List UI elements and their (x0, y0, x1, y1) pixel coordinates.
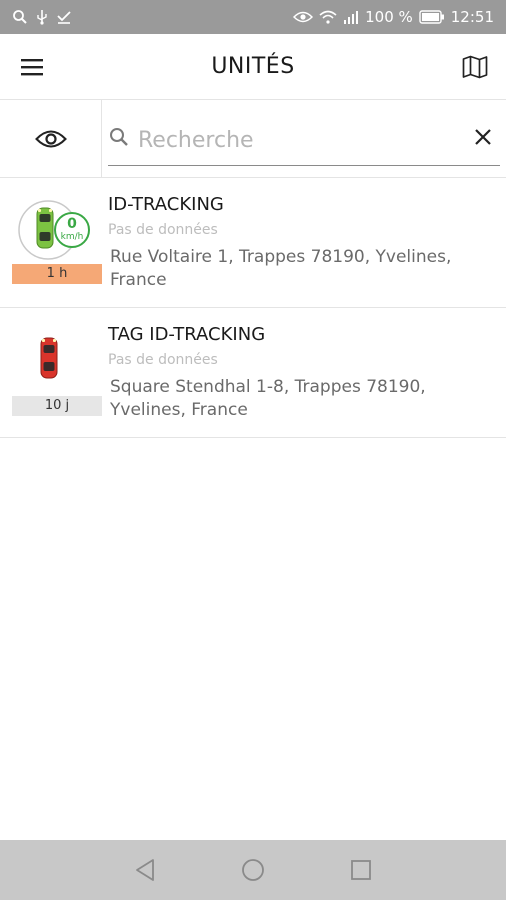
unit-subtitle: Pas de données (108, 222, 218, 238)
unit-row[interactable]: 10 j TAG ID-TRACKING Pas de données Squa… (0, 308, 506, 438)
clock: 12:51 (450, 8, 494, 26)
map-icon (462, 55, 488, 79)
unit-address: Rue Voltaire 1, Trappes 78190, Yvelines,… (110, 247, 452, 290)
circle-home-icon (242, 859, 264, 881)
triangle-back-icon (136, 859, 154, 881)
signal-icon (343, 10, 359, 24)
eye-comfort-icon (293, 10, 314, 24)
unit-name: TAG ID-TRACKING (108, 324, 266, 345)
search-icon (108, 126, 130, 152)
square-recent-icon (351, 860, 371, 880)
age-badge: 10 j (12, 396, 102, 416)
back-button[interactable] (131, 856, 159, 884)
speed-unit: km/h (60, 232, 84, 242)
battery-icon (419, 10, 445, 24)
close-icon (475, 129, 491, 145)
search-input[interactable] (138, 122, 458, 158)
search-field (108, 118, 500, 166)
status-bar: 100 % 12:51 (0, 0, 506, 34)
page-title: UNITÉS (211, 54, 295, 79)
search-status-icon (12, 9, 28, 25)
battery-percent: 100 % (365, 8, 413, 26)
usb-icon (36, 9, 48, 25)
unit-row[interactable]: 0 km/h 1 h ID-TRACKING Pas de données Ru… (0, 178, 506, 308)
age-badge: 1 h (12, 264, 102, 284)
clear-search-button[interactable] (472, 126, 494, 148)
download-done-icon (56, 9, 72, 25)
map-button[interactable] (458, 52, 492, 82)
recent-apps-button[interactable] (347, 856, 375, 884)
unit-address: Square Stendhal 1-8, Trappes 78190, Yvel… (110, 377, 426, 420)
speed-value: 0 (67, 216, 77, 232)
car-icon (40, 337, 58, 379)
navigation-bar (0, 840, 506, 900)
wifi-icon (319, 10, 337, 24)
status-right-icons: 100 % 12:51 (293, 8, 494, 26)
search-row (0, 100, 506, 178)
unit-name: ID-TRACKING (108, 194, 224, 215)
home-button[interactable] (239, 856, 267, 884)
car-icon (36, 207, 54, 249)
app-bar: UNITÉS (0, 34, 506, 100)
status-left-icons (12, 9, 72, 25)
unit-subtitle: Pas de données (108, 352, 218, 368)
visibility-toggle[interactable] (0, 100, 102, 178)
eye-icon (34, 130, 67, 148)
